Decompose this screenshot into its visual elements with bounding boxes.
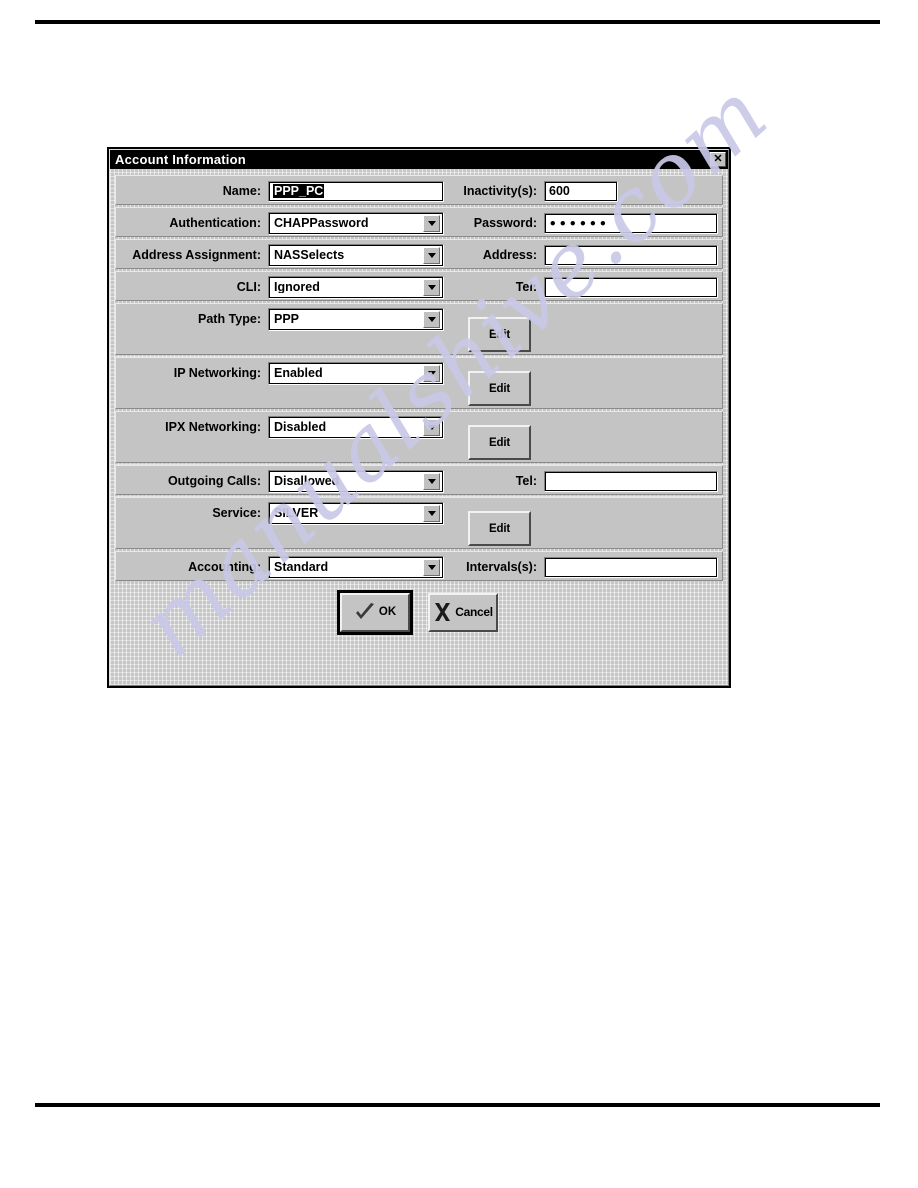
chevron-down-icon[interactable] [423, 246, 440, 264]
field-label: IPX Networking: [165, 419, 261, 434]
dropdown-ipx-networking[interactable]: Disabled [268, 415, 444, 439]
page-rule-top [35, 20, 880, 24]
dialog-title: Account Information [115, 152, 246, 167]
chevron-down-icon[interactable] [423, 558, 440, 576]
dialog-titlebar: Account Information ✕ [110, 150, 728, 169]
dropdown-value: NASSelects [274, 248, 345, 262]
name-input[interactable]: PPP_PC [268, 180, 444, 202]
input-inactivity-s[interactable]: 600 [544, 180, 618, 202]
dropdown-path-type[interactable]: PPP [268, 307, 444, 331]
field-label: Authentication: [169, 215, 261, 230]
field-label-right: Address: [482, 247, 537, 262]
cancel-button-label: Cancel [455, 605, 493, 619]
input-address[interactable] [544, 244, 718, 266]
form-row: Edit IP Networking: Enabled [115, 357, 723, 409]
ok-button[interactable]: OK [337, 589, 413, 635]
dropdown-value: PPP [274, 312, 300, 326]
chevron-down-icon[interactable] [423, 310, 440, 328]
form-row: Outgoing Calls: Disallowed Tel: [115, 465, 723, 495]
account-information-dialog: Account Information ✕ Name: PPP_PC Inactiv… [107, 147, 731, 688]
dropdown-cli[interactable]: Ignored [268, 275, 444, 299]
dropdown-outgoing-calls[interactable]: Disallowed [268, 469, 444, 493]
chevron-down-icon[interactable] [423, 214, 440, 232]
input-value [545, 277, 717, 297]
input-value: 600 [545, 181, 617, 201]
field-label: Name: [222, 183, 261, 198]
form-row: Name: PPP_PC Inactivity(s): 600 [115, 175, 723, 205]
dropdown-value: SILVER [274, 506, 319, 520]
field-label: Service: [212, 505, 261, 520]
chevron-down-icon[interactable] [423, 472, 440, 490]
field-label: Outgoing Calls: [167, 473, 261, 488]
dropdown-accounting[interactable]: Standard [268, 555, 444, 579]
ok-button-label: OK [378, 606, 397, 618]
chevron-down-icon[interactable] [423, 418, 440, 436]
input-tel[interactable] [544, 470, 718, 492]
input-tel[interactable] [544, 276, 718, 298]
form-row: CLI: Ignored Tel: [115, 271, 723, 301]
input-value [545, 245, 717, 265]
field-label: Accounting: [188, 559, 261, 574]
dropdown-ip-networking[interactable]: Enabled [268, 361, 444, 385]
dropdown-value: Disabled [274, 420, 327, 434]
dropdown-address-assignment[interactable]: NASSelects [268, 243, 444, 267]
field-label-right: Tel: [515, 473, 537, 488]
form-row: Address Assignment: NASSelects Address: [115, 239, 723, 269]
page-rule-bottom [35, 1103, 880, 1107]
dropdown-service[interactable]: SILVER [268, 501, 444, 525]
form-row: Accounting: Standard Intervals(s): [115, 551, 723, 581]
dialog-client-area: Name: PPP_PC Inactivity(s): 600 Authenticati… [110, 169, 728, 685]
field-label-right: Password: [473, 215, 537, 230]
dropdown-authentication[interactable]: CHAPPassword [268, 211, 444, 235]
input-value: •••••• [545, 213, 717, 233]
form-row: Authentication: CHAPPassword Password: ••••… [115, 207, 723, 237]
chevron-down-icon[interactable] [423, 364, 440, 382]
chevron-down-icon[interactable] [423, 278, 440, 296]
input-value [545, 557, 717, 577]
input-intervals-s[interactable] [544, 556, 718, 578]
field-label-right: Inactivity(s): [463, 183, 537, 198]
form-row: Edit Path Type: PPP [115, 303, 723, 355]
dropdown-value: Ignored [274, 280, 320, 294]
field-label-right: Tel: [515, 279, 537, 294]
field-label: CLI: [236, 279, 261, 294]
dropdown-value: Enabled [274, 366, 323, 380]
dialog-button-bar: OK Cancel [115, 584, 723, 640]
field-label: Address Assignment: [132, 247, 261, 262]
dropdown-value: CHAPPassword [274, 216, 369, 230]
form-row: Edit IPX Networking: Disabled [115, 411, 723, 463]
close-icon[interactable]: ✕ [710, 152, 726, 167]
name-input-value: PPP_PC [273, 183, 325, 199]
field-label: Path Type: [198, 311, 261, 326]
dropdown-value: Standard [274, 560, 329, 574]
checkmark-icon [355, 603, 374, 619]
cross-icon [435, 603, 451, 621]
cancel-button[interactable]: Cancel [428, 592, 498, 632]
input-value [545, 471, 717, 491]
chevron-down-icon[interactable] [423, 504, 440, 522]
dropdown-value: Disallowed [274, 474, 340, 488]
field-label-right: Intervals(s): [466, 559, 537, 574]
field-label: IP Networking: [173, 365, 261, 380]
form-row: Edit Service: SILVER [115, 497, 723, 549]
form-rows: Name: PPP_PC Inactivity(s): 600 Authenticati… [115, 175, 723, 581]
input-password[interactable]: •••••• [544, 212, 718, 234]
